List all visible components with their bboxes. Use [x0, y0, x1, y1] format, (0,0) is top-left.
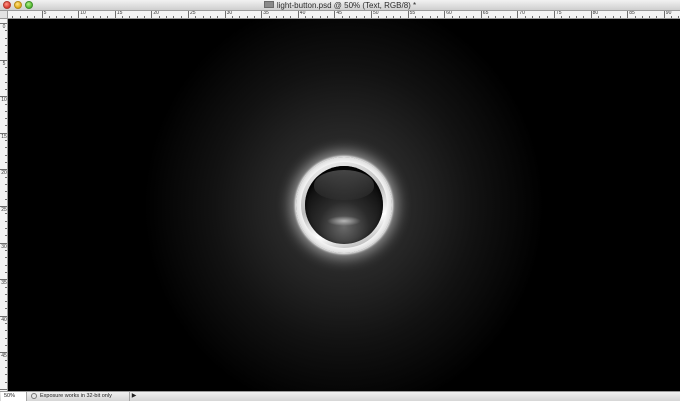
ruler-tick	[261, 11, 263, 18]
ruler-tick	[297, 11, 299, 18]
light-button-gloss	[314, 170, 374, 200]
ruler-tick	[480, 11, 482, 18]
ruler-tick	[41, 11, 43, 18]
status-info-text: Exposure works in 32-bit only	[40, 393, 112, 399]
ruler-tick	[224, 11, 226, 18]
ruler-label: 30	[1, 243, 7, 250]
status-info-icon	[31, 393, 37, 399]
light-button-bevel	[301, 162, 387, 248]
ruler-label: 5	[43, 11, 47, 16]
window-title-text: light-button.psd @ 50% (Text, RGB/8) *	[276, 1, 417, 10]
ruler-tick	[371, 11, 372, 18]
ruler-label: 5	[2, 60, 6, 67]
ruler-tick	[627, 11, 629, 18]
ruler-tick	[517, 11, 519, 18]
status-bar: 50% Exposure works in 32-bit only ▶	[0, 391, 680, 401]
ruler-label: 15	[1, 133, 7, 140]
light-button-lens	[305, 166, 383, 244]
ruler-tick	[0, 389, 7, 390]
document-icon	[263, 1, 274, 9]
ruler-tick	[151, 11, 153, 18]
horizontal-ruler[interactable]: 5 10 15 20 25 30 35 40 45 50 55 60 65 70 75 80 85 90	[8, 11, 680, 19]
ruler-label: 10	[1, 97, 7, 104]
status-menu-arrow[interactable]: ▶	[129, 392, 138, 401]
document-canvas[interactable]	[8, 19, 680, 391]
light-button-artwork	[296, 157, 392, 253]
ruler-label: 45	[1, 353, 7, 360]
window-title: light-button.psd @ 50% (Text, RGB/8) *	[0, 0, 680, 11]
ruler-label: 25	[1, 207, 7, 213]
window-titlebar: light-button.psd @ 50% (Text, RGB/8) *	[0, 0, 680, 11]
ruler-tick	[554, 11, 555, 18]
ruler-label: 40	[1, 316, 7, 323]
light-button-highlight	[327, 216, 361, 226]
ruler-label: 20	[1, 170, 7, 177]
ruler-tick	[114, 11, 116, 18]
ruler-tick	[78, 11, 80, 18]
ruler-tick	[590, 11, 592, 18]
ruler-tick	[444, 11, 446, 18]
ruler-label: 0	[2, 24, 6, 30]
ruler-tick	[188, 11, 189, 18]
ruler-origin[interactable]	[0, 11, 8, 19]
ruler-tick	[663, 11, 665, 18]
vertical-ruler[interactable]: 0 5 10 15 20 25 30 35 40 45	[0, 11, 8, 391]
ruler-tick	[407, 11, 409, 18]
ruler-tick	[334, 11, 336, 18]
ruler-label: 35	[1, 280, 7, 287]
zoom-level-field[interactable]: 50%	[1, 392, 27, 401]
